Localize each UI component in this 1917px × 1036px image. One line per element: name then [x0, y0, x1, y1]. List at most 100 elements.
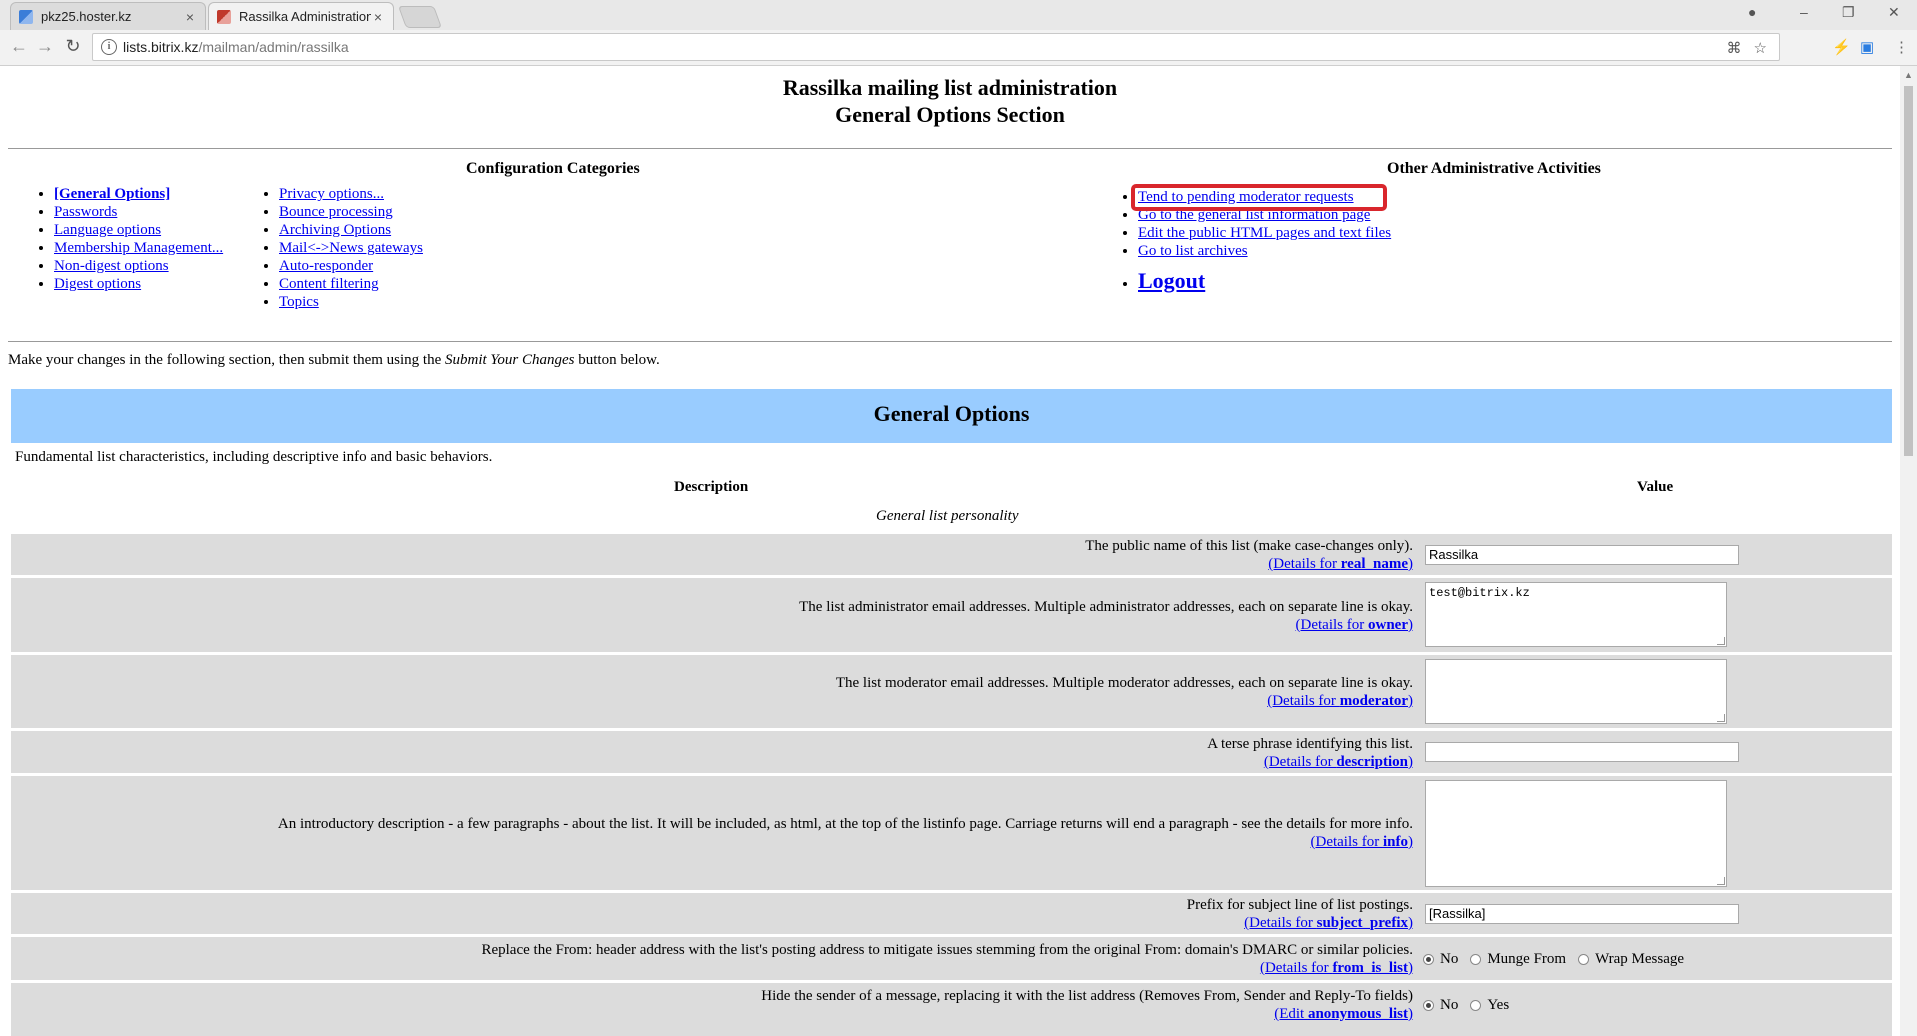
details-link[interactable]: (Details for description): [1264, 754, 1413, 770]
info-icon[interactable]: i: [101, 39, 117, 55]
details-link[interactable]: (Details for owner): [1296, 617, 1413, 633]
details-prefix: (Details for: [1263, 754, 1337, 770]
archives-link[interactable]: Go to list archives: [1138, 243, 1248, 259]
details-link[interactable]: (Edit anonymous_list): [1274, 1006, 1413, 1022]
restore-icon[interactable]: ❐: [1842, 4, 1855, 21]
details-link[interactable]: (Details for from_is_list): [1260, 960, 1413, 976]
close-icon[interactable]: ×: [183, 9, 197, 25]
list-item: Passwords: [54, 203, 223, 221]
config-link-archiving[interactable]: Archiving Options: [279, 222, 391, 238]
option-row-subject-prefix: Prefix for subject line of list postings…: [11, 893, 1892, 934]
admin-activities-heading: Other Administrative Activities: [1387, 160, 1601, 177]
config-link-autoresponder[interactable]: Auto-responder: [279, 258, 373, 274]
option-row-description: A terse phrase identifying this list. (D…: [11, 731, 1892, 773]
page-scrollbar[interactable]: ▲: [1900, 66, 1917, 1036]
real-name-input[interactable]: Rassilka: [1425, 545, 1739, 565]
option-text: An introductory description - a few para…: [277, 816, 1413, 832]
menu-icon[interactable]: ⋮: [1894, 38, 1909, 56]
radio-label: Munge From: [1487, 951, 1567, 967]
details-prefix: (Edit: [1274, 1006, 1308, 1022]
details-link[interactable]: (Details for moderator): [1267, 693, 1413, 709]
info-textarea[interactable]: [1425, 780, 1727, 887]
mailman-favicon-icon: [217, 9, 231, 24]
config-link-privacy[interactable]: Privacy options...: [279, 186, 384, 202]
subject-prefix-input[interactable]: [Rassilka]: [1425, 904, 1739, 924]
account-icon[interactable]: ●: [1748, 4, 1756, 20]
details-key: anonymous_list: [1307, 1006, 1408, 1022]
details-link[interactable]: (Details for subject_prefix): [1244, 915, 1413, 931]
close-icon[interactable]: ×: [371, 9, 385, 25]
scroll-up-icon[interactable]: ▲: [1904, 70, 1913, 80]
resize-grip-icon[interactable]: [1717, 877, 1725, 885]
option-description: The public name of this list (make case-…: [11, 537, 1413, 573]
list-item: Bounce processing: [279, 203, 423, 221]
radio-munge-from[interactable]: [1470, 954, 1482, 965]
config-link-gateways[interactable]: Mail<->News gateways: [279, 240, 423, 256]
resize-grip-icon[interactable]: [1717, 637, 1725, 645]
details-link[interactable]: (Details for info): [1311, 834, 1414, 850]
option-description: A terse phrase identifying this list. (D…: [11, 735, 1413, 771]
config-link-language[interactable]: Language options: [54, 222, 161, 238]
radio-no[interactable]: [1423, 1000, 1434, 1011]
config-link-general-options[interactable]: [General Options]: [54, 186, 170, 202]
anonymous-list-radios: No Yes: [1411, 997, 1509, 1014]
moderator-textarea[interactable]: [1425, 659, 1727, 724]
address-bar[interactable]: i lists.bitrix.kz/mailman/admin/rassilka…: [92, 33, 1780, 61]
scrollbar-thumb[interactable]: [1904, 86, 1913, 456]
extension-bolt-icon[interactable]: ⚡: [1832, 38, 1851, 56]
bookmark-star-icon[interactable]: ☆: [1754, 39, 1767, 57]
list-item: [General Options]: [54, 185, 223, 203]
config-link-membership[interactable]: Membership Management...: [54, 240, 223, 256]
option-row-real-name: The public name of this list (make case-…: [11, 534, 1892, 575]
extension-cast-icon[interactable]: ▣: [1860, 38, 1874, 56]
details-key: info: [1382, 834, 1408, 850]
address-host: lists.bitrix.kz: [123, 39, 199, 55]
config-link-content-filtering[interactable]: Content filtering: [279, 276, 379, 292]
description-column-header: Description: [674, 479, 749, 495]
instructions-text: Make your changes in the following secti…: [8, 352, 660, 369]
config-list-col2: Privacy options... Bounce processing Arc…: [233, 185, 423, 311]
radio-yes[interactable]: [1470, 1000, 1482, 1011]
window-close-icon[interactable]: ✕: [1888, 4, 1900, 21]
owner-textarea[interactable]: test@bitrix.kz: [1425, 582, 1727, 647]
list-item: Edit the public HTML pages and text file…: [1138, 224, 1391, 242]
section-subtitle: Fundamental list characteristics, includ…: [15, 449, 493, 465]
details-key: description: [1336, 754, 1408, 770]
config-categories-heading: Configuration Categories: [466, 160, 640, 177]
details-key: from_is_list: [1332, 960, 1408, 976]
option-text: The list administrator email addresses. …: [799, 599, 1413, 615]
details-prefix: (Details for: [1267, 693, 1340, 709]
option-row-from-is-list: Replace the From: header address with th…: [11, 937, 1892, 980]
resize-grip-icon[interactable]: [1717, 714, 1725, 722]
config-link-non-digest[interactable]: Non-digest options: [54, 258, 169, 274]
translate-icon[interactable]: ⌘: [1727, 39, 1742, 57]
config-link-digest[interactable]: Digest options: [54, 276, 141, 292]
reload-icon[interactable]: ↻: [62, 36, 84, 57]
radio-no[interactable]: [1423, 954, 1434, 965]
list-item: Content filtering: [279, 275, 423, 293]
tab-rassilka[interactable]: Rassilka Administration ( ×: [208, 2, 394, 30]
tab-pkz25[interactable]: pkz25.hoster.kz ×: [10, 2, 206, 30]
list-item: Privacy options...: [279, 185, 423, 203]
description-input[interactable]: [1425, 742, 1739, 762]
option-text: The public name of this list (make case-…: [1085, 538, 1413, 554]
edit-html-link[interactable]: Edit the public HTML pages and text file…: [1138, 225, 1391, 241]
list-item: Logout: [1138, 270, 1391, 293]
config-link-bounce[interactable]: Bounce processing: [279, 204, 393, 220]
forward-icon[interactable]: →: [34, 36, 56, 57]
subsection-label: General list personality: [876, 508, 1019, 524]
details-link[interactable]: (Details for real_name): [1268, 556, 1413, 572]
config-link-topics[interactable]: Topics: [279, 294, 319, 310]
option-row-anonymous-list: Hide the sender of a message, replacing …: [11, 983, 1892, 1036]
value-column-header: Value: [1637, 479, 1674, 495]
minimize-icon[interactable]: –: [1800, 4, 1808, 20]
back-icon[interactable]: ←: [8, 36, 30, 57]
new-tab-button[interactable]: [397, 6, 443, 28]
list-item: Go to list archives: [1138, 242, 1391, 260]
option-description: Replace the From: header address with th…: [11, 941, 1413, 977]
radio-wrap-message[interactable]: [1578, 954, 1590, 965]
config-link-passwords[interactable]: Passwords: [54, 204, 117, 220]
option-row-owner: The list administrator email addresses. …: [11, 578, 1892, 652]
logout-link[interactable]: Logout: [1138, 268, 1205, 293]
option-description: An introductory description - a few para…: [11, 815, 1413, 851]
